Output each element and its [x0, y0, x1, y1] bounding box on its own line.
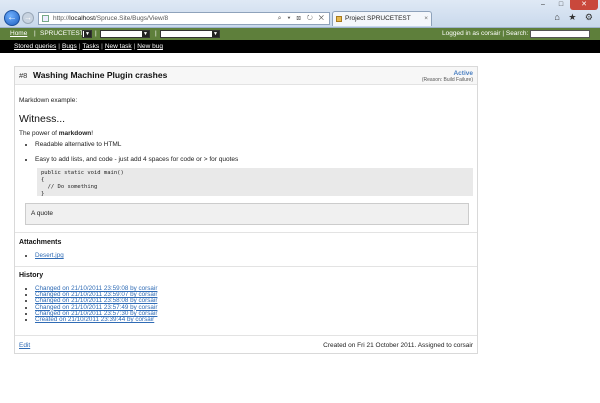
- intro-text: Markdown example:: [19, 97, 78, 104]
- history-item: Created on 21/10/2011 23:39:44 by corsai…: [35, 316, 157, 323]
- address-bar[interactable]: http://localhost/Spruce.Site/Bugs/View/8…: [38, 12, 330, 25]
- blockquote: A quote: [25, 203, 469, 225]
- logged-in-text: Logged in as corsair | Search:: [442, 30, 529, 37]
- feature-list: Readable alternative to HTML Easy to add…: [29, 141, 238, 163]
- attachments-title: Attachments: [19, 239, 62, 246]
- status-badge[interactable]: Active: [453, 70, 473, 77]
- separator: |: [155, 30, 157, 37]
- status-reason: (Reason: Build Failure): [421, 77, 473, 83]
- project-label: SPRUCETEST: [40, 30, 84, 37]
- home-favorites-tools-icon[interactable]: ⌂ ★ ⚙: [554, 12, 596, 23]
- chevron-down-icon: ▼: [84, 31, 91, 37]
- home-link[interactable]: Home: [10, 28, 27, 40]
- filter1-value: None: [103, 31, 117, 37]
- filter2-value: None: [163, 31, 177, 37]
- url-host: localhost: [69, 15, 95, 22]
- chevron-down-icon: ▼: [142, 31, 149, 37]
- maximize-icon[interactable]: □: [552, 0, 570, 10]
- sub-navigation: Stored queries | Bugs | Tasks | New task | New b…: [0, 40, 600, 53]
- filter1-select[interactable]: None ▼: [100, 30, 150, 38]
- nav-bugs[interactable]: Bugs: [62, 43, 77, 50]
- attachments-list: Desert.jpg: [31, 252, 64, 259]
- history-link[interactable]: Created on 21/10/2011 23:39:44 by corsai…: [35, 316, 154, 323]
- nav-stored-queries[interactable]: Stored queries: [14, 43, 56, 50]
- nav-new-task[interactable]: New task: [105, 43, 132, 50]
- list-item: Easy to add lists, and code - just add 4…: [35, 156, 238, 163]
- back-button[interactable]: ←: [4, 10, 20, 26]
- bug-card: #8 Washing Machine Plugin crashes Active…: [14, 66, 478, 354]
- close-window-icon[interactable]: ✕: [570, 0, 598, 10]
- bug-header: #8 Washing Machine Plugin crashes Active…: [15, 67, 477, 85]
- app-topbar: Home | SPRUCETEST ▼ | None ▼ | None ▼ Logg…: [0, 28, 600, 40]
- browser-tab[interactable]: Project SPRUCETEST ×: [332, 11, 432, 26]
- nav-new-bug[interactable]: New bug: [137, 43, 163, 50]
- tab-title: Project SPRUCETEST: [345, 15, 411, 22]
- url-prefix: http://: [53, 15, 70, 22]
- project-select[interactable]: ▼: [82, 30, 92, 38]
- chevron-down-icon: ▼: [212, 31, 219, 37]
- attachment-item: Desert.jpg: [35, 252, 64, 259]
- tab-close-icon[interactable]: ×: [424, 12, 428, 26]
- nav-tasks[interactable]: Tasks: [83, 43, 100, 50]
- bug-id: #8: [19, 71, 28, 80]
- page-icon: [42, 15, 49, 22]
- divider: [15, 335, 477, 336]
- history-title: History: [19, 272, 44, 279]
- list-item: Readable alternative to HTML: [35, 141, 238, 148]
- divider: [15, 266, 477, 267]
- created-assigned-text: Created on Fri 21 October 2011. Assigned…: [323, 342, 473, 349]
- history-list: Changed on 21/10/2011 23:59:08 by corsai…: [31, 285, 157, 323]
- favicon-icon: [336, 16, 342, 22]
- minimize-icon[interactable]: –: [534, 0, 552, 10]
- browser-chrome: – □ ✕ ← → http://localhost/Spruce.Site/B…: [0, 0, 600, 28]
- forward-button[interactable]: →: [22, 12, 34, 24]
- power-text: The power of markdown!: [19, 130, 94, 137]
- bug-title: Washing Machine Plugin crashes: [33, 70, 168, 80]
- code-block: public static void main() { // Do someth…: [37, 168, 473, 197]
- divider: [15, 232, 477, 233]
- separator: |: [34, 30, 36, 37]
- separator: |: [95, 30, 97, 37]
- search-input[interactable]: [530, 30, 590, 38]
- attachment-link[interactable]: Desert.jpg: [35, 252, 64, 259]
- content-heading: Witness...: [19, 113, 66, 125]
- url-path: /Spruce.Site/Bugs/View/8: [94, 15, 169, 22]
- edit-link[interactable]: Edit: [19, 342, 30, 349]
- filter2-select[interactable]: None ▼: [160, 30, 220, 38]
- address-actions-icon[interactable]: ⌕ ▾ ⊠ ↻ ✕: [278, 13, 326, 24]
